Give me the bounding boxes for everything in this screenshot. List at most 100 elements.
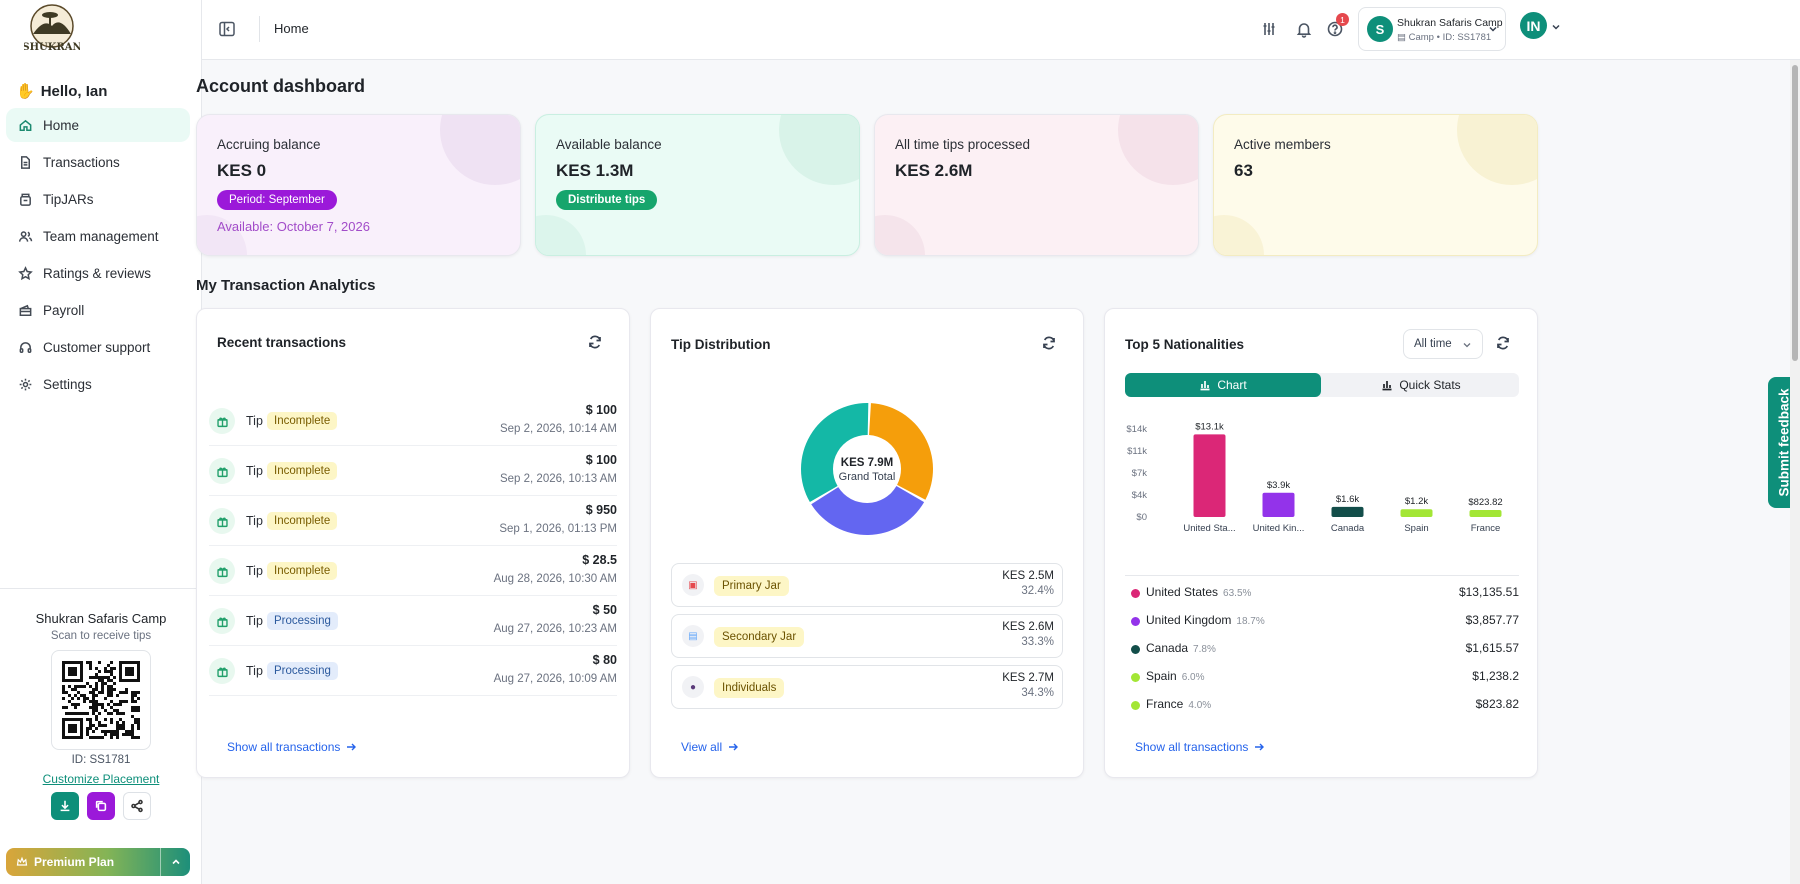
- tip-distribution-donut: [801, 403, 933, 535]
- transaction-amount: $ 950: [585, 503, 617, 517]
- divider: [1125, 575, 1519, 576]
- jar-amount: KES 2.7M: [1002, 672, 1054, 684]
- chevron-up-icon[interactable]: [160, 848, 190, 876]
- sidebar: SHUKRAN ✋ Hello, Ian Home Transactions Tip…: [0, 0, 202, 884]
- show-all-transactions-link[interactable]: Show all transactions: [227, 740, 357, 754]
- tab-quick-stats[interactable]: Quick Stats: [1323, 373, 1519, 397]
- transaction-date: Sep 1, 2026, 01:13 PM: [499, 523, 617, 535]
- decor-circle: [536, 215, 586, 255]
- transaction-row[interactable]: Tip Incomplete $ 950 Sep 1, 2026, 01:13 PM: [209, 496, 617, 546]
- qr-code[interactable]: [51, 650, 151, 750]
- donut-slice[interactable]: [811, 486, 925, 535]
- notification-badge: 1: [1336, 13, 1349, 26]
- gift-icon: [209, 608, 235, 634]
- jar-row[interactable]: ▣ Primary Jar KES 2.5M 32.4%: [671, 563, 1063, 607]
- sidebar-item-ratings-reviews[interactable]: Ratings & reviews: [6, 256, 190, 290]
- page-scrollbar[interactable]: [1790, 60, 1800, 884]
- bar[interactable]: [1331, 506, 1364, 517]
- bar[interactable]: [1400, 509, 1433, 517]
- scan-text: Scan to receive tips: [50, 630, 152, 642]
- sidebar-item-tipjars[interactable]: TipJARs: [6, 182, 190, 216]
- chevron-down-icon[interactable]: [1550, 20, 1562, 32]
- transaction-type: Tip: [246, 464, 263, 478]
- waving-hand-icon: ✋: [16, 83, 35, 100]
- file-icon: ▤: [682, 625, 704, 647]
- transaction-date: Sep 2, 2026, 10:13 AM: [499, 473, 617, 485]
- bell-icon[interactable]: [1295, 20, 1313, 38]
- bar[interactable]: [1193, 434, 1226, 517]
- shukran-logo[interactable]: SHUKRAN: [22, 4, 82, 60]
- transaction-type: Tip: [246, 614, 263, 628]
- breadcrumb: Home: [274, 21, 309, 36]
- copy-qr-button[interactable]: [87, 792, 115, 820]
- bar-chart-icon: [1382, 381, 1392, 391]
- star-icon: [18, 265, 33, 280]
- transaction-row[interactable]: Tip Processing $ 50 Aug 27, 2026, 10:23 AM: [209, 596, 617, 646]
- transaction-amount: $ 80: [592, 653, 617, 667]
- data-label: $823.82: [1468, 497, 1502, 508]
- jar-percent: 33.3%: [1021, 636, 1054, 648]
- refresh-icon[interactable]: [1041, 335, 1057, 351]
- time-filter-select[interactable]: All time: [1403, 329, 1483, 359]
- nationality-value: $3,857.77: [1465, 613, 1519, 627]
- donut-slice[interactable]: [869, 403, 933, 500]
- jar-row[interactable]: ● Individuals KES 2.7M 34.3%: [671, 665, 1063, 709]
- refresh-icon[interactable]: [587, 334, 603, 350]
- view-all-link[interactable]: View all: [681, 740, 739, 754]
- sidebar-toggle-icon[interactable]: [218, 20, 236, 38]
- premium-plan-button[interactable]: Premium Plan: [6, 848, 190, 876]
- sidebar-item-team-management[interactable]: Team management: [6, 219, 190, 253]
- refresh-icon[interactable]: [1495, 335, 1511, 351]
- show-all-transactions-link[interactable]: Show all transactions: [1135, 740, 1265, 754]
- tab-chart[interactable]: Chart: [1125, 373, 1321, 397]
- bar[interactable]: [1469, 510, 1502, 517]
- decor-circle: [1118, 115, 1198, 185]
- top-bar: Home 1 S Shukran Safaris Camp ▤ Camp • I…: [202, 0, 1800, 60]
- transaction-amount: $ 100: [585, 453, 617, 467]
- status-badge: Incomplete: [267, 562, 338, 580]
- sidebar-item-transactions[interactable]: Transactions: [6, 145, 190, 179]
- status-badge: Incomplete: [267, 512, 338, 530]
- nationality-value: $823.82: [1475, 697, 1519, 711]
- nationality-percent: 18.7%: [1236, 616, 1265, 627]
- status-badge: Incomplete: [267, 412, 338, 430]
- decor-circle: [875, 215, 925, 255]
- card-title: Top 5 Nationalities: [1125, 337, 1245, 352]
- sidebar-item-settings[interactable]: Settings: [6, 367, 190, 401]
- sidebar-item-home[interactable]: Home: [6, 108, 190, 142]
- all-time-tips-card: All time tips processed KES 2.6M: [874, 114, 1199, 256]
- data-label: $1.6k: [1336, 494, 1359, 505]
- nationality-name: United Kingdom 18.7%: [1146, 613, 1265, 627]
- account-switcher[interactable]: S Shukran Safaris Camp ▤ Camp • ID: SS17…: [1358, 7, 1506, 51]
- transaction-row[interactable]: Tip Processing $ 80 Aug 27, 2026, 10:09 AM: [209, 646, 617, 696]
- status-badge: Processing: [267, 612, 338, 630]
- bar[interactable]: [1262, 492, 1295, 517]
- headset-icon: [19, 341, 32, 353]
- nationality-percent: 6.0%: [1181, 672, 1205, 683]
- nationality-row: Spain 6.0% $1,238.2: [1131, 667, 1519, 687]
- transaction-row[interactable]: Tip Incomplete $ 100 Sep 2, 2026, 10:13 AM: [209, 446, 617, 496]
- donut-slice[interactable]: [801, 403, 869, 503]
- sidebar-item-label: Team management: [43, 228, 159, 244]
- x-tick-label: France: [1471, 523, 1501, 534]
- building-icon: ▤: [1397, 32, 1409, 43]
- customize-placement-link[interactable]: Customize Placement: [0, 772, 202, 786]
- sidebar-item-customer-support[interactable]: Customer support: [6, 330, 190, 364]
- transaction-row[interactable]: Tip Incomplete $ 28.5 Aug 28, 2026, 10:30 A…: [209, 546, 617, 596]
- nationalities-bar-chart: $14k $11k $7k $4k $0 $13.1k United Sta... $3.9k…: [1126, 421, 1502, 534]
- download-qr-button[interactable]: [51, 792, 79, 820]
- sidebar-item-payroll[interactable]: Payroll: [6, 293, 190, 327]
- x-tick-label: Canada: [1331, 523, 1365, 534]
- users-icon: [18, 230, 33, 242]
- scrollbar-thumb[interactable]: [1792, 65, 1798, 361]
- user-avatar[interactable]: IN: [1520, 12, 1547, 39]
- share-icon: [131, 799, 143, 813]
- transaction-row[interactable]: Tip Incomplete $ 100 Sep 2, 2026, 10:14 AM: [209, 396, 617, 446]
- filter-sliders-icon[interactable]: [1260, 20, 1278, 38]
- transaction-date: Sep 2, 2026, 10:14 AM: [499, 423, 617, 435]
- distribute-tips-button[interactable]: Distribute tips: [556, 190, 658, 210]
- account-sub: ▤ Camp • ID: SS1781: [1397, 32, 1492, 43]
- jar-row[interactable]: ▤ Secondary Jar KES 2.6M 33.3%: [671, 614, 1063, 658]
- share-qr-button[interactable]: [123, 792, 151, 820]
- crown-icon: [16, 856, 28, 866]
